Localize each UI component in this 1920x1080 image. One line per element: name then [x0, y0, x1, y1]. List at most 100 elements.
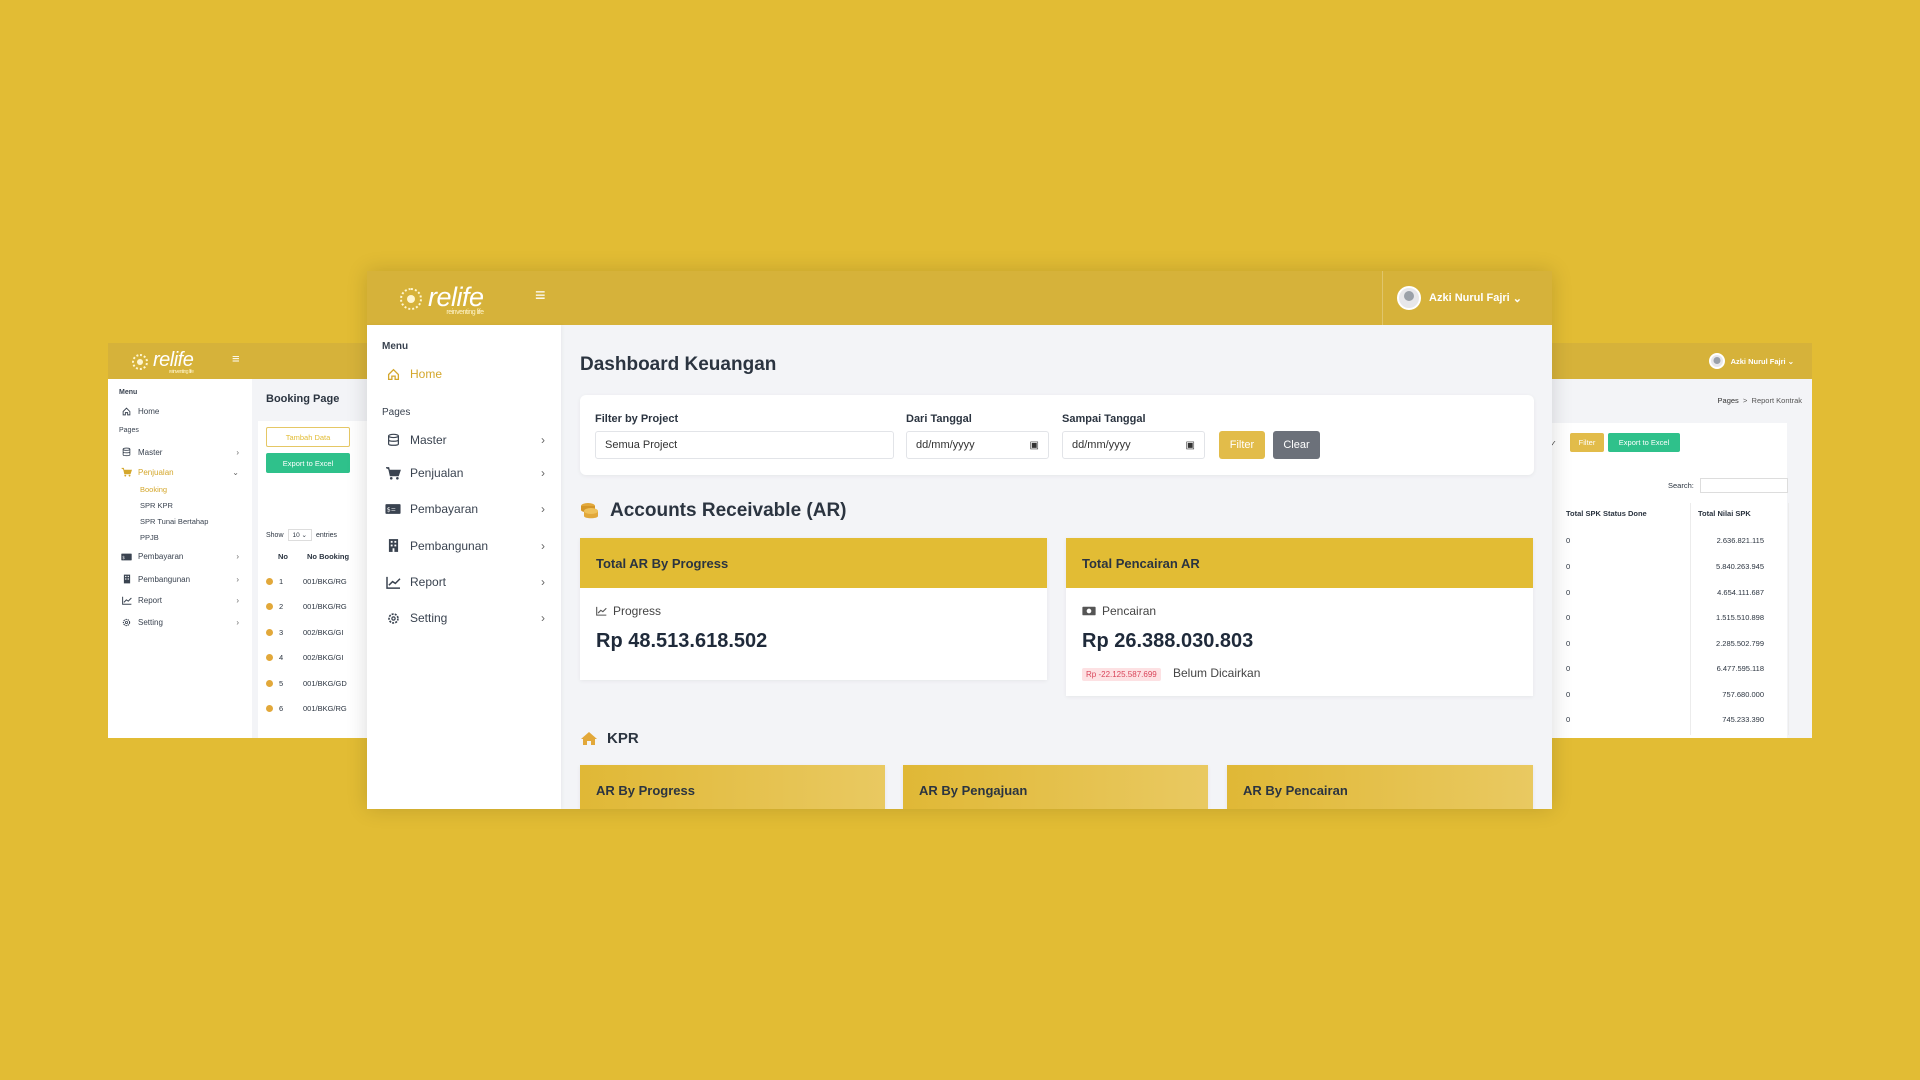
- submenu-spr-tunai[interactable]: SPR Tunai Bertahap: [140, 517, 208, 526]
- from-date-label: Dari Tanggal: [906, 413, 972, 425]
- total-ar-progress-card: Total AR By Progress Progress Rp 48.513.…: [580, 538, 1047, 680]
- chevron-right-icon: ›: [541, 466, 545, 480]
- tambah-data-button[interactable]: Tambah Data: [266, 427, 350, 447]
- submenu-spr-kpr[interactable]: SPR KPR: [140, 501, 173, 510]
- kpr-ar-pengajuan-card: AR By Pengajuan: [903, 765, 1208, 809]
- clear-button[interactable]: Clear: [1273, 431, 1320, 459]
- building-icon: [385, 538, 401, 553]
- from-date-input[interactable]: dd/mm/yyyy ▣: [906, 431, 1049, 459]
- database-icon: [385, 433, 401, 447]
- left-sidebar: Menu Home Pages Master › Penjualan ⌄ Booki…: [108, 379, 252, 738]
- sidebar-item-master[interactable]: Master ›: [385, 433, 545, 447]
- chevron-right-icon: ›: [541, 502, 545, 516]
- sidebar-item-setting[interactable]: Setting ›: [121, 618, 239, 627]
- sidebar-item-penjualan[interactable]: Penjualan ›: [385, 466, 545, 480]
- kpr-section-heading: KPR: [580, 730, 639, 747]
- main-sidebar: Menu Home Pages Master › Penjualan › $= Pe…: [367, 325, 561, 809]
- house-icon: [580, 731, 598, 746]
- pages-section-label: Pages: [119, 427, 139, 434]
- report-kontrak-window: Azki Nurul Fajri ⌄ Pages > Report Kontra…: [1552, 343, 1812, 738]
- sidebar-item-master[interactable]: Master ›: [121, 447, 239, 457]
- card-header: AR By Pencairan: [1227, 765, 1533, 809]
- logo-sun-icon: [132, 354, 148, 370]
- svg-text:$=: $=: [387, 507, 396, 514]
- submenu-booking[interactable]: Booking: [140, 485, 167, 494]
- column-header-no[interactable]: No: [278, 552, 288, 561]
- status-badge: Rp -22.125.587.699: [1082, 668, 1161, 681]
- chevron-right-icon: ›: [236, 552, 239, 561]
- hamburger-menu-icon[interactable]: ≡: [232, 351, 240, 366]
- column-header-total-spk-done[interactable]: Total SPK Status Done: [1566, 509, 1647, 518]
- show-entries-control: Show 10 ⌄ entries: [266, 529, 337, 541]
- search-control: Search:: [1668, 478, 1788, 493]
- chart-line-icon: [121, 596, 132, 605]
- column-header-total-nilai-spk[interactable]: Total Nilai SPK: [1698, 509, 1751, 518]
- progress-sublabel: Progress: [596, 604, 661, 618]
- check-icon: ✓: [1552, 439, 1557, 448]
- cart-icon: [385, 466, 401, 480]
- to-date-input[interactable]: dd/mm/yyyy ▣: [1062, 431, 1205, 459]
- card-header: AR By Pengajuan: [903, 765, 1208, 809]
- entries-select[interactable]: 10 ⌄: [287, 529, 313, 541]
- sidebar-item-report[interactable]: Report ›: [385, 575, 545, 589]
- filter-button[interactable]: Filter: [1570, 433, 1604, 452]
- submenu-ppjb[interactable]: PPJB: [140, 533, 159, 542]
- cart-icon: [121, 467, 132, 477]
- dashboard-keuangan-window: relife reinventing life ≡ Azki Nurul Fajr…: [367, 271, 1552, 809]
- relife-logo[interactable]: relife reinventing life: [400, 282, 484, 316]
- gear-icon: [121, 618, 132, 627]
- sidebar-item-home[interactable]: Home: [385, 367, 545, 381]
- money-icon: $=: [385, 503, 401, 515]
- total-pencairan-card: Total Pencairan AR Pencairan Rp 26.388.0…: [1066, 538, 1533, 696]
- sidebar-item-setting[interactable]: Setting ›: [385, 611, 545, 625]
- main-topbar: relife reinventing life ≡ Azki Nurul Fajr…: [367, 271, 1552, 325]
- sidebar-item-pembangunan[interactable]: Pembangunan ›: [385, 538, 545, 553]
- user-menu[interactable]: Azki Nurul Fajri ⌄: [1708, 343, 1794, 379]
- sidebar-item-home[interactable]: Home: [121, 407, 239, 416]
- coins-icon: [580, 501, 600, 521]
- filter-button[interactable]: Filter: [1219, 431, 1265, 459]
- filter-card: Filter by Project Semua Project Dari Tan…: [580, 395, 1534, 475]
- pages-section-label: Pages: [382, 407, 411, 418]
- menu-section-label: Menu: [382, 341, 409, 352]
- chart-line-icon: [596, 606, 607, 616]
- expand-dot-icon[interactable]: [266, 629, 273, 636]
- dashboard-content: Dashboard Keuangan Filter by Project Sem…: [580, 325, 1534, 809]
- project-filter-label: Filter by Project: [595, 413, 679, 425]
- expand-dot-icon[interactable]: [266, 705, 273, 712]
- card-header: Total AR By Progress: [580, 538, 1047, 588]
- expand-dot-icon[interactable]: [266, 578, 273, 585]
- export-excel-button[interactable]: Export to Excel: [1608, 433, 1680, 452]
- home-icon: [385, 368, 401, 381]
- export-excel-button[interactable]: Export to Excel: [266, 453, 350, 473]
- user-menu[interactable]: Azki Nurul Fajri ⌄: [1382, 271, 1552, 325]
- calendar-icon[interactable]: ▣: [1186, 440, 1195, 451]
- project-select[interactable]: Semua Project: [595, 431, 894, 459]
- sidebar-item-report[interactable]: Report ›: [121, 596, 239, 605]
- sidebar-item-pembayaran[interactable]: $= Pembayaran ›: [385, 502, 545, 516]
- expand-dot-icon[interactable]: [266, 680, 273, 687]
- column-divider: [1788, 503, 1789, 735]
- column-divider: [1690, 503, 1691, 735]
- column-header-no-booking[interactable]: No Booking: [307, 552, 349, 561]
- kpr-ar-progress-card: AR By Progress: [580, 765, 885, 809]
- sidebar-item-pembayaran[interactable]: $ Pembayaran ›: [121, 552, 239, 561]
- chevron-right-icon: ›: [236, 618, 239, 627]
- chevron-right-icon: ›: [236, 447, 239, 457]
- chevron-right-icon: ›: [236, 596, 239, 605]
- pencairan-amount: Rp 26.388.030.803: [1082, 630, 1254, 652]
- avatar: [1397, 286, 1422, 310]
- page-title: Booking Page: [266, 393, 340, 405]
- money-icon: [1082, 606, 1096, 616]
- calendar-icon[interactable]: ▣: [1030, 440, 1039, 451]
- search-input[interactable]: [1699, 478, 1788, 493]
- expand-dot-icon[interactable]: [266, 603, 273, 610]
- chevron-down-icon: ⌄: [232, 467, 239, 477]
- sidebar-item-penjualan[interactable]: Penjualan ⌄: [121, 467, 239, 477]
- card-header: AR By Progress: [580, 765, 885, 809]
- chevron-right-icon: ›: [541, 611, 545, 625]
- hamburger-menu-icon[interactable]: ≡: [535, 285, 546, 306]
- sidebar-item-pembangunan[interactable]: Pembangunan ›: [121, 574, 239, 584]
- relife-logo[interactable]: relife reinventing life: [132, 349, 194, 375]
- expand-dot-icon[interactable]: [266, 654, 273, 661]
